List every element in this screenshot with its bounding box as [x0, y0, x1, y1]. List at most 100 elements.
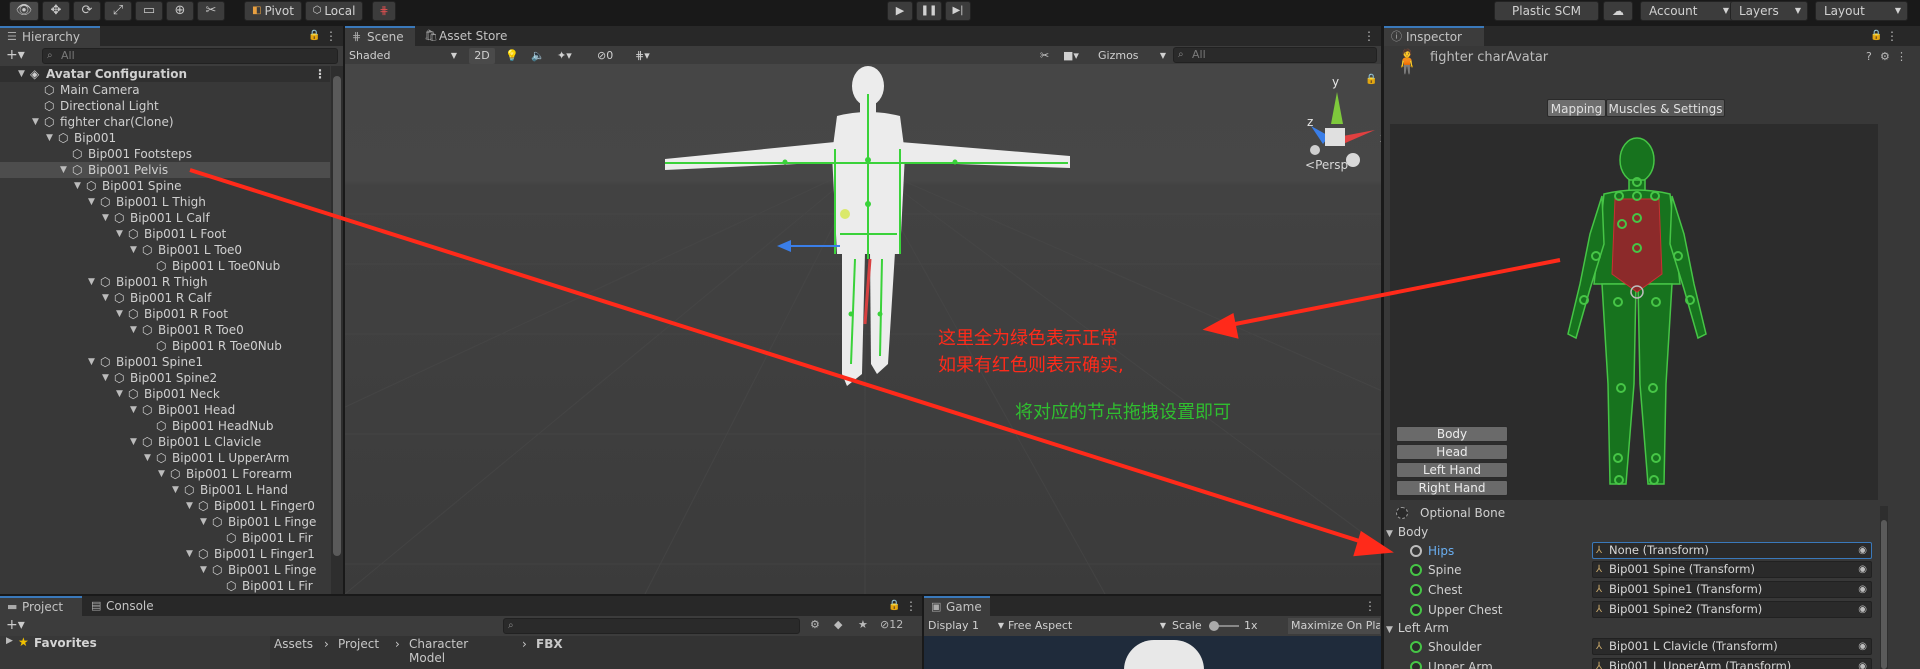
- hierarchy-search-input[interactable]: ⌕ All: [42, 48, 338, 64]
- hierarchy-item[interactable]: ▼ ⬡ Bip001 Pelvis: [0, 162, 330, 178]
- scale-slider-thumb[interactable]: [1209, 621, 1219, 631]
- hierarchy-item[interactable]: ▼ ⬡ Bip001 R Calf: [0, 290, 330, 306]
- fold-icon[interactable]: ▼: [144, 450, 151, 466]
- fold-icon[interactable]: ▶: [6, 636, 13, 646]
- body-part-button[interactable]: Body: [1396, 426, 1508, 442]
- label-icon[interactable]: ◆: [834, 618, 842, 631]
- more-icon[interactable]: ⋮: [905, 596, 917, 616]
- bone-mapped-icon[interactable]: [1410, 661, 1422, 669]
- scale-tool-button[interactable]: ⤢: [104, 1, 132, 21]
- fold-icon[interactable]: ▼: [88, 194, 95, 210]
- fold-icon[interactable]: ▼: [102, 210, 109, 226]
- persp-label[interactable]: <Persp: [1305, 158, 1348, 172]
- hierarchy-item[interactable]: ⬡ Bip001 R Toe0Nub: [0, 338, 330, 354]
- hierarchy-item[interactable]: ▼ ⬡ Bip001 L Thigh: [0, 194, 330, 210]
- display-dropdown[interactable]: Display 1 ▼: [928, 618, 1006, 634]
- scale-slider[interactable]: [1209, 621, 1239, 631]
- body-part-button[interactable]: Left Hand: [1396, 462, 1508, 478]
- hierarchy-item[interactable]: ▼ ⬡ Bip001 L UpperArm: [0, 450, 330, 466]
- hierarchy-item[interactable]: ▼ ⬡ Bip001 L Finge: [0, 562, 330, 578]
- section-body[interactable]: ▼ Body: [1386, 523, 1428, 541]
- add-icon[interactable]: +▾: [6, 617, 25, 633]
- object-picker-icon[interactable]: ◉: [1858, 659, 1867, 669]
- bone-transform-field[interactable]: ⅄ Bip001 Spine (Transform) ◉: [1592, 561, 1872, 578]
- body-part-button[interactable]: Head: [1396, 444, 1508, 460]
- section-left-arm[interactable]: ▼ Left Arm: [1386, 619, 1449, 637]
- object-picker-icon[interactable]: ◉: [1858, 582, 1867, 597]
- hierarchy-item[interactable]: ▼ ⬡ Bip001 Spine: [0, 178, 330, 194]
- object-picker-icon[interactable]: ◉: [1858, 562, 1867, 577]
- breadcrumb-item[interactable]: Character Model: [409, 637, 468, 665]
- fold-icon[interactable]: ▼: [130, 322, 137, 338]
- hierarchy-item[interactable]: ▼ ⬡ Bip001 R Foot: [0, 306, 330, 322]
- orientation-gizmo[interactable]: [1310, 92, 1375, 167]
- fold-icon[interactable]: ▼: [88, 274, 95, 290]
- inspector-scrollbar[interactable]: [1880, 506, 1888, 669]
- toggle-2d-button[interactable]: 2D: [469, 48, 495, 64]
- body-part-button[interactable]: Right Hand: [1396, 480, 1508, 496]
- lock-icon[interactable]: 🔒: [888, 596, 900, 616]
- fold-icon[interactable]: ▼: [74, 178, 81, 194]
- cloud-button[interactable]: ☁: [1603, 1, 1633, 21]
- hierarchy-item[interactable]: ▼ ⬡ Bip001 R Thigh: [0, 274, 330, 290]
- audio-icon[interactable]: 🔈: [531, 48, 545, 64]
- more-icon[interactable]: ⋮: [1886, 26, 1898, 46]
- hierarchy-item[interactable]: ⬡ Bip001 Footsteps: [0, 146, 330, 162]
- breadcrumb-item[interactable]: FBX: [536, 637, 563, 651]
- tab-scene[interactable]: ⋕ Scene: [345, 26, 415, 46]
- more-icon[interactable]: ⋮: [1896, 50, 1907, 63]
- hierarchy-item[interactable]: ▼ ⬡ Bip001 Neck: [0, 386, 330, 402]
- project-search-input[interactable]: ⌕: [503, 618, 800, 634]
- fold-icon[interactable]: ▼: [130, 242, 137, 258]
- lock-icon[interactable]: 🔒: [308, 26, 320, 46]
- tools-icon[interactable]: ✂: [1040, 48, 1049, 64]
- fold-icon[interactable]: ▼: [116, 226, 123, 242]
- gizmo-lock-icon[interactable]: 🔒: [1365, 73, 1377, 85]
- breadcrumb-item[interactable]: Assets: [274, 637, 313, 651]
- rotate-tool-button[interactable]: ⟳: [73, 1, 101, 21]
- hierarchy-item[interactable]: ▼ ⬡ Bip001 L Toe0: [0, 242, 330, 258]
- hidden-packages-toggle[interactable]: ⊘12: [880, 618, 903, 631]
- fold-icon[interactable]: ▼: [200, 562, 207, 578]
- bone-transform-field[interactable]: ⅄ Bip001 Spine2 (Transform) ◉: [1592, 601, 1872, 618]
- fold-icon[interactable]: ▼: [186, 498, 193, 514]
- aspect-dropdown[interactable]: Free Aspect ▼: [1008, 618, 1168, 634]
- play-button[interactable]: ▶: [887, 1, 913, 21]
- hierarchy-item[interactable]: ▼ ⬡ Bip001 L Finger1: [0, 546, 330, 562]
- fold-icon[interactable]: ▼: [200, 514, 207, 530]
- tab-mapping[interactable]: Mapping: [1547, 99, 1606, 117]
- hierarchy-item[interactable]: ⬡ Bip001 L Toe0Nub: [0, 258, 330, 274]
- hierarchy-item[interactable]: ▼ ⬡ Bip001 L Clavicle: [0, 434, 330, 450]
- hierarchy-item[interactable]: ▼ ⬡ Bip001 L Hand: [0, 482, 330, 498]
- tab-game[interactable]: ▣ Game: [924, 596, 990, 616]
- hierarchy-item[interactable]: ▼ ⬡ Bip001 R Toe0: [0, 322, 330, 338]
- tab-muscles-settings[interactable]: Muscles & Settings: [1606, 99, 1725, 117]
- hierarchy-item[interactable]: ▼ ⬡ Bip001 L Finge: [0, 514, 330, 530]
- hierarchy-item[interactable]: ▼ ⬡ Bip001 Spine1: [0, 354, 330, 370]
- scene-viewport[interactable]: y x z 🔒 <Persp 这里全为绿色表示正常 如果有红色则表示确实, 将对…: [345, 64, 1381, 594]
- hierarchy-item[interactable]: ▼ ⬡ Bip001 L Finger0: [0, 498, 330, 514]
- scene-search-input[interactable]: ⌕ All: [1173, 47, 1377, 63]
- star-icon[interactable]: ★: [858, 618, 868, 631]
- help-icon[interactable]: ?: [1866, 50, 1872, 63]
- effects-icon[interactable]: ✦▾: [557, 48, 572, 64]
- bone-mapped-icon[interactable]: [1410, 641, 1422, 653]
- grid-snap-button[interactable]: ⋕: [372, 1, 396, 21]
- object-picker-icon[interactable]: ◉: [1858, 602, 1867, 617]
- lighting-icon[interactable]: 💡: [505, 48, 519, 64]
- object-picker-icon[interactable]: ◉: [1858, 543, 1867, 558]
- bone-missing-icon[interactable]: [1410, 545, 1422, 557]
- more-icon[interactable]: ⋮: [1364, 596, 1376, 616]
- tab-project[interactable]: ▬ Project: [0, 596, 82, 616]
- hierarchy-item[interactable]: ▼ ⬡ Bip001 L Forearm: [0, 466, 330, 482]
- add-icon[interactable]: +▾: [6, 47, 25, 63]
- bone-mapped-icon[interactable]: [1410, 584, 1422, 596]
- hierarchy-item[interactable]: ⬡ Main Camera: [0, 82, 330, 98]
- tab-asset-store[interactable]: 🛍 Asset Store: [417, 26, 517, 46]
- fold-icon[interactable]: ▼: [32, 114, 39, 130]
- fold-icon[interactable]: ▼: [130, 402, 137, 418]
- favorites-label[interactable]: Favorites: [34, 636, 97, 650]
- bone-transform-field[interactable]: ⅄ Bip001 L Clavicle (Transform) ◉: [1592, 638, 1872, 655]
- hierarchy-item[interactable]: ▼ ⬡ Bip001 L Foot: [0, 226, 330, 242]
- fold-icon[interactable]: ▼: [116, 386, 123, 402]
